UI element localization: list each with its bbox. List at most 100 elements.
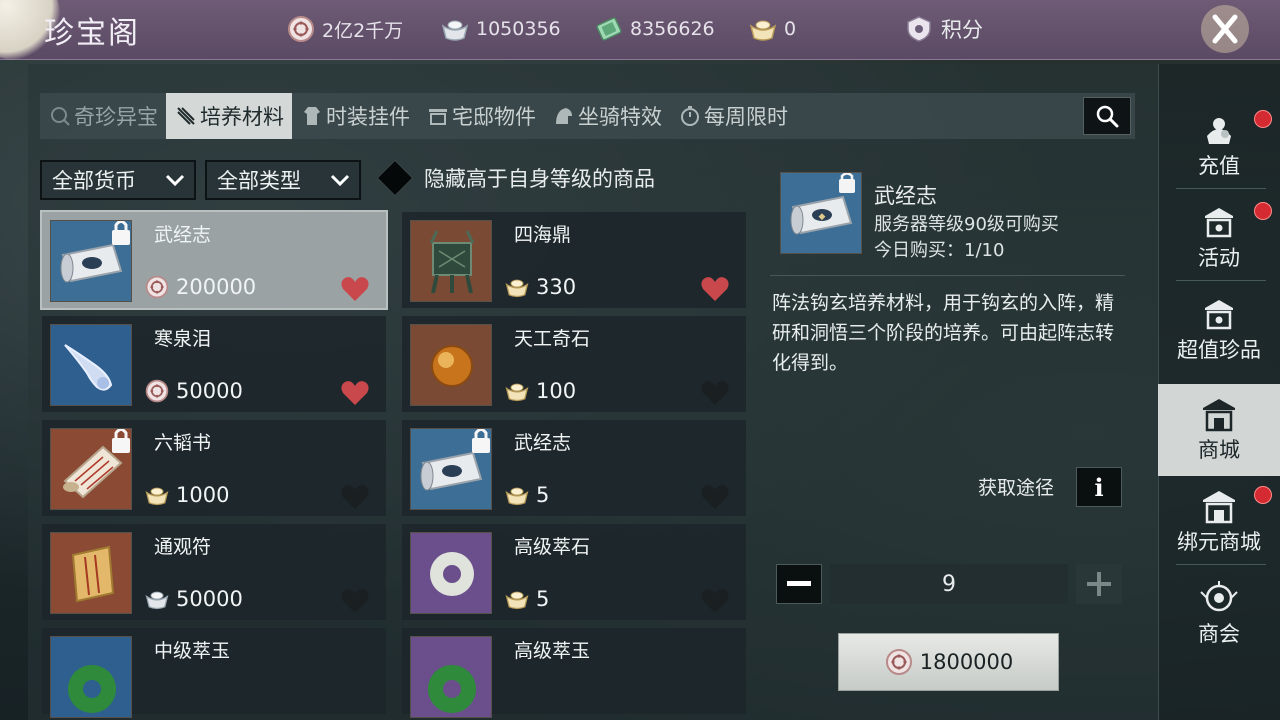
currency-value: 8356626	[630, 18, 715, 40]
points-entry[interactable]: 积分	[905, 14, 983, 44]
gold-ingot-icon	[505, 487, 529, 506]
detail-purchase-limit: 今日购买：1/10	[874, 240, 1005, 261]
tab-label: 培养材料	[200, 105, 284, 129]
item-image	[410, 324, 492, 406]
hide-higher-level-toggle[interactable]: 隐藏高于自身等级的商品	[376, 159, 655, 197]
favorite-heart-icon[interactable]	[340, 484, 370, 510]
item-card[interactable]: 高级萃玉	[402, 628, 746, 718]
item-card[interactable]: 六韬书 1000	[42, 420, 386, 516]
quantity-increase-button[interactable]	[1076, 564, 1122, 604]
tab-materials[interactable]: 培养材料	[166, 93, 292, 139]
sidebar-item-label: 超值珍品	[1177, 338, 1261, 362]
item-name: 高级萃石	[514, 536, 591, 558]
quantity-input[interactable]: 9	[830, 564, 1068, 604]
favorite-heart-icon[interactable]	[340, 380, 370, 406]
mount-icon	[556, 108, 572, 124]
ring-white-image	[411, 533, 491, 613]
gold-ingot-icon	[505, 591, 529, 610]
favorite-heart-icon[interactable]	[700, 484, 730, 510]
item-card[interactable]: 四海鼎 330	[402, 212, 746, 308]
item-price-value: 5	[536, 587, 550, 611]
bound-mall-icon	[1203, 491, 1235, 524]
tab-label: 时装挂件	[326, 105, 410, 129]
fashion-icon	[304, 107, 320, 125]
item-image	[50, 324, 132, 406]
item-card[interactable]: 通观符 50000	[42, 524, 386, 620]
item-price-value: 50000	[176, 379, 243, 403]
tab-treasure[interactable]: 奇珍异宝	[40, 93, 166, 139]
currency-coin: 2亿2千万	[286, 14, 403, 44]
tab-label: 坐骑特效	[578, 105, 662, 129]
sidebar-item-event[interactable]: 活动	[1158, 192, 1280, 284]
deal-icon	[1205, 300, 1233, 330]
notification-badge	[1254, 110, 1272, 128]
favorite-heart-icon[interactable]	[340, 276, 370, 302]
sidebar-item-label: 活动	[1198, 246, 1240, 270]
detail-item-name: 武经志	[874, 184, 937, 208]
type-filter-select[interactable]: 全部类型	[205, 160, 361, 200]
item-image	[410, 532, 492, 614]
category-tabs: 奇珍异宝 培养材料 时装挂件 宅邸物件 坐骑特效 每周限时	[40, 93, 1135, 139]
item-card[interactable]: 寒泉泪 50000	[42, 316, 386, 412]
quantity-decrease-button[interactable]	[776, 564, 822, 604]
tab-label: 奇珍异宝	[74, 105, 158, 129]
buy-button[interactable]: 1800000	[838, 633, 1059, 691]
scroll-icon: ◆	[781, 173, 861, 253]
gold-ingot-icon	[505, 279, 529, 298]
item-price: 50000	[144, 378, 243, 404]
lock-icon	[112, 429, 130, 453]
minus-icon	[787, 581, 811, 586]
ring-green-image	[51, 637, 131, 717]
sidebar-item-bound-mall[interactable]: 绑元商城	[1158, 476, 1280, 568]
favorite-heart-icon[interactable]	[340, 588, 370, 614]
sidebar-item-label: 充值	[1198, 154, 1240, 178]
item-image	[50, 636, 132, 718]
gold-ingot-icon	[505, 383, 529, 402]
item-price-value: 5	[536, 483, 550, 507]
item-name: 武经志	[514, 432, 572, 454]
currency-value: 1050356	[476, 18, 561, 40]
item-card[interactable]: 武经志 5	[402, 420, 746, 516]
coin-icon	[885, 649, 912, 675]
item-price: 330	[504, 274, 576, 300]
item-price-value: 200000	[176, 275, 257, 299]
item-card[interactable]: 中级萃玉	[42, 628, 386, 718]
item-price-value: 50000	[176, 587, 243, 611]
item-name: 通观符	[154, 536, 212, 558]
favorite-heart-icon[interactable]	[700, 588, 730, 614]
tab-label: 宅邸物件	[452, 105, 536, 129]
shield-icon	[907, 16, 931, 42]
close-icon	[1201, 5, 1249, 53]
item-name: 高级萃玉	[514, 640, 591, 662]
tab-fashion[interactable]: 时装挂件	[292, 93, 418, 139]
buy-total-price: 1800000	[919, 650, 1014, 674]
favorite-heart-icon[interactable]	[700, 276, 730, 302]
tab-house[interactable]: 宅邸物件	[418, 93, 544, 139]
treasure-icon	[51, 107, 70, 126]
sidebar-item-recharge[interactable]: 充值	[1158, 100, 1280, 192]
item-name: 中级萃玉	[154, 640, 231, 662]
sidebar-item-guild-shop[interactable]: 商会	[1158, 568, 1280, 660]
tab-mount[interactable]: 坐骑特效	[544, 93, 670, 139]
item-card[interactable]: 武经志 200000	[40, 210, 388, 310]
hide-higher-level-label: 隐藏高于自身等级的商品	[424, 167, 655, 191]
currency-filter-select[interactable]: 全部货币	[40, 160, 196, 200]
checkbox-diamond[interactable]	[376, 159, 414, 197]
tab-weekly[interactable]: 每周限时	[670, 93, 796, 139]
favorite-heart-icon[interactable]	[700, 380, 730, 406]
svg-text:◆: ◆	[819, 212, 826, 222]
sidebar-item-mall[interactable]: 商城	[1158, 384, 1280, 476]
event-icon	[1205, 208, 1233, 238]
item-card[interactable]: 天工奇石 100	[402, 316, 746, 412]
item-image	[410, 636, 492, 718]
close-button[interactable]	[1190, 0, 1260, 58]
sidebar-divider	[1176, 280, 1266, 281]
plus-icon	[1087, 572, 1111, 596]
item-card[interactable]: 高级萃石 5	[402, 524, 746, 620]
talisman-image	[51, 533, 131, 613]
search-button[interactable]	[1083, 97, 1131, 135]
acquire-info-button[interactable]: i	[1076, 467, 1122, 507]
sidebar-item-deal[interactable]: 超值珍品	[1158, 284, 1280, 376]
gold-ingot-icon	[749, 20, 777, 41]
item-image	[410, 428, 492, 510]
